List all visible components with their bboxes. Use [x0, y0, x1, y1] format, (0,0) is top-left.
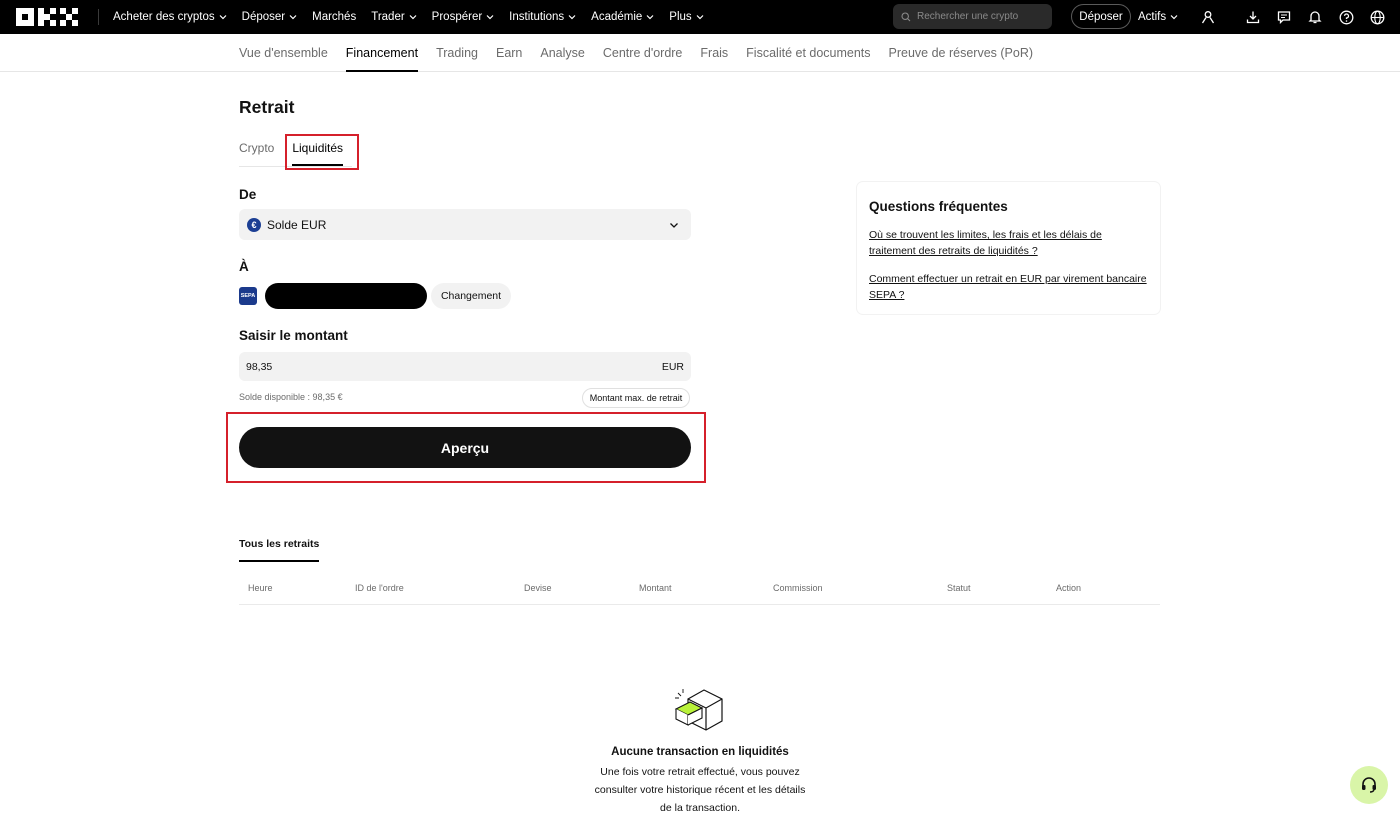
tab-all-withdrawals[interactable]: Tous les retraits	[239, 538, 320, 562]
menu-label: Déposer	[241, 11, 286, 23]
subnav-analysis[interactable]: Analyse	[540, 34, 584, 72]
subnav-proof-of-reserves[interactable]: Preuve de réserves (PoR)	[889, 34, 1034, 72]
menu-label: Prospérer	[431, 11, 483, 23]
empty-state-title: Aucune transaction en liquidités	[611, 746, 789, 758]
deposit-button[interactable]: Déposer	[1071, 4, 1131, 29]
menu-grow[interactable]: Prospérer	[432, 11, 495, 23]
redacted-bank-account	[265, 283, 427, 309]
sub-navigation: Vue d'ensemble Financement Trading Earn …	[0, 34, 1400, 72]
amount-field[interactable]: EUR	[239, 352, 691, 381]
chevron-down-icon	[568, 15, 576, 20]
user-icon[interactable]	[1199, 8, 1217, 26]
subnav-fees[interactable]: Frais	[700, 34, 728, 72]
chevron-down-icon	[219, 15, 227, 20]
amount-label: Saisir le montant	[239, 328, 348, 343]
column-header: Montant	[639, 583, 672, 593]
subnav-earn[interactable]: Earn	[496, 34, 522, 72]
empty-state-description: Une fois votre retrait effectué, vous po…	[594, 766, 806, 814]
headset-icon	[1362, 777, 1376, 793]
subnav-tax-documents[interactable]: Fiscalité et documents	[746, 34, 870, 72]
column-header: Heure	[248, 583, 273, 593]
menu-label: Académie	[591, 11, 643, 23]
menu-label: Institutions	[509, 11, 565, 23]
euro-coin-icon: €	[247, 217, 261, 232]
faq-link-sepa[interactable]: Comment effectuer un retrait en EUR par …	[869, 271, 1148, 303]
column-header: ID de l'ordre	[355, 583, 404, 593]
highlight-box-tab	[285, 134, 359, 170]
top-navigation-bar: Acheter des cryptos Déposer Marchés Trad…	[0, 0, 1400, 34]
subnav-order-center[interactable]: Centre d'ordre	[603, 34, 683, 72]
assets-menu[interactable]: Actifs	[1138, 0, 1178, 34]
to-label: À	[239, 259, 249, 274]
faq-title: Questions fréquentes	[869, 199, 1008, 214]
page-title: Retrait	[239, 97, 295, 117]
chevron-down-icon	[1170, 15, 1178, 20]
available-balance: Solde disponible : 98,35 €	[239, 392, 343, 402]
menu-label: Plus	[669, 11, 692, 23]
amount-currency: EUR	[661, 360, 684, 373]
column-header: Action	[1056, 583, 1082, 593]
from-label: De	[239, 187, 257, 202]
subnav-overview[interactable]: Vue d'ensemble	[239, 34, 328, 72]
max-amount-button[interactable]: Montant max. de retrait	[582, 388, 690, 408]
download-icon[interactable]	[1244, 8, 1262, 26]
tab-crypto[interactable]: Crypto	[239, 138, 274, 166]
menu-trade[interactable]: Trader	[371, 11, 417, 23]
search-icon	[901, 11, 911, 21]
change-destination-button[interactable]: Changement	[431, 283, 511, 309]
history-table-header: Heure ID de l'ordre Devise Montant Commi…	[239, 578, 1160, 605]
search-input[interactable]	[917, 11, 1047, 22]
menu-buy-crypto[interactable]: Acheter des cryptos	[113, 11, 227, 23]
logo-divider	[98, 9, 99, 25]
chevron-down-icon	[670, 223, 678, 228]
assets-label: Actifs	[1138, 11, 1167, 23]
chevron-down-icon	[696, 15, 704, 20]
chevron-down-icon	[409, 15, 417, 20]
chat-icon[interactable]	[1275, 8, 1293, 26]
subnav-funding[interactable]: Financement	[345, 34, 419, 72]
menu-more[interactable]: Plus	[669, 11, 704, 23]
menu-label: Acheter des cryptos	[113, 11, 215, 23]
globe-icon[interactable]	[1368, 8, 1386, 26]
chevron-down-icon	[486, 15, 494, 20]
crypto-search[interactable]	[893, 4, 1052, 29]
faq-link-limits[interactable]: Où se trouvent les limites, les frais et…	[869, 227, 1148, 259]
from-account-value: Solde EUR	[267, 217, 327, 232]
menu-deposit[interactable]: Déposer	[242, 11, 297, 23]
menu-markets[interactable]: Marchés	[312, 11, 356, 23]
menu-label: Marchés	[312, 11, 357, 23]
menu-label: Trader	[371, 11, 405, 23]
sepa-icon: SEPA	[239, 287, 257, 305]
subnav-trading[interactable]: Trading	[436, 34, 478, 72]
menu-institutions[interactable]: Institutions	[509, 11, 576, 23]
faq-panel: Questions fréquentes Où se trouvent les …	[857, 182, 1160, 314]
from-account-select[interactable]: € Solde EUR	[239, 209, 691, 240]
preview-button[interactable]: Aperçu	[239, 427, 691, 468]
bell-icon[interactable]	[1306, 8, 1324, 26]
column-header: Statut	[947, 583, 971, 593]
amount-input[interactable]	[246, 360, 662, 373]
empty-drawer-icon	[674, 689, 723, 731]
support-chat-button[interactable]	[1350, 766, 1388, 804]
chevron-down-icon	[289, 15, 297, 20]
column-header: Commission	[773, 583, 823, 593]
main-menu: Acheter des cryptos Déposer Marchés Trad…	[113, 0, 704, 34]
chevron-down-icon	[646, 15, 654, 20]
column-header: Devise	[524, 583, 552, 593]
help-icon[interactable]	[1337, 8, 1355, 26]
okx-logo[interactable]	[16, 8, 78, 26]
menu-academy[interactable]: Académie	[591, 11, 654, 23]
